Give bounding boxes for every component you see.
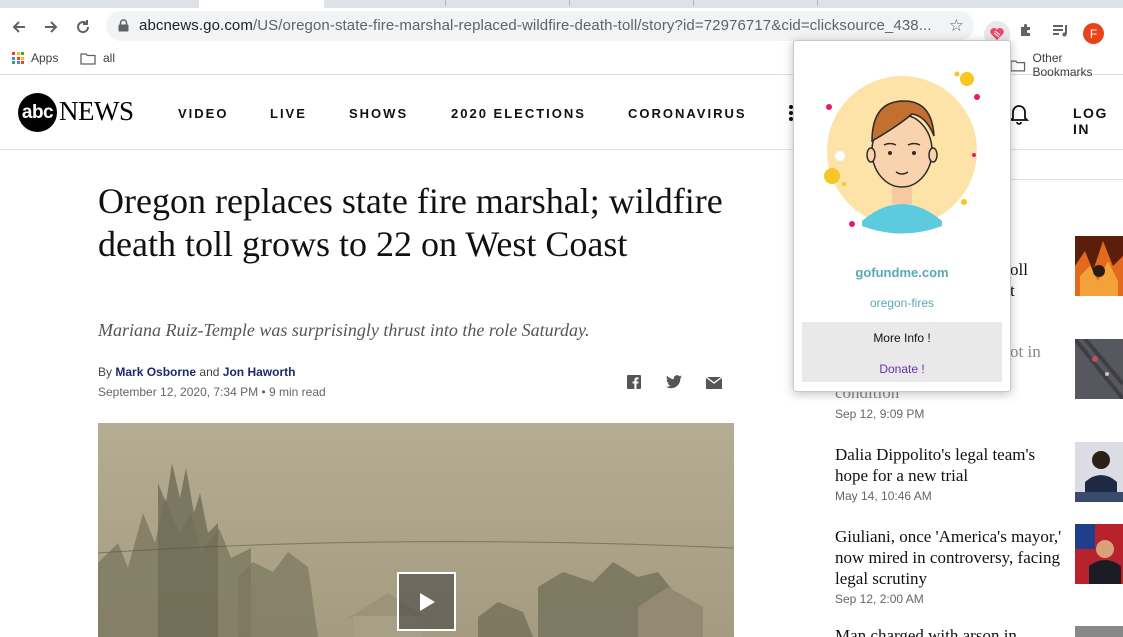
back-icon[interactable] [8,16,30,38]
sidebar-item-title[interactable]: Dalia Dippolito's legal team's hope for … [835,444,1065,486]
sidebar-item-title[interactable]: ot in [1010,341,1070,362]
sidebar-item-date: Sep 12, 9:09 PM [835,407,925,421]
sidebar-thumbnail[interactable] [1075,524,1123,584]
more-info-button[interactable]: More Info ! [802,331,1002,345]
bookmark-folder-label: all [103,51,116,65]
bookmark-apps-label: Apps [31,51,59,65]
byline-and: and [199,365,220,379]
sidebar-thumbnail[interactable] [1075,626,1123,637]
tab-active[interactable] [199,0,324,8]
sidebar-thumbnail[interactable] [1075,442,1123,502]
folder-icon [1010,60,1026,71]
sidebar-item-title[interactable]: t [1010,280,1070,301]
apps-grid-icon [12,52,24,64]
profile-avatar[interactable]: F [1083,23,1104,44]
sidebar-item-title[interactable]: Man charged with arson in [835,625,1065,637]
nav-video[interactable]: VIDEO [178,106,228,121]
article-subhead: Mariana Ruiz-Temple was surprisingly thr… [98,320,590,340]
play-button[interactable] [397,572,456,631]
popup-site-name: gofundme.com [855,265,949,280]
address-bar[interactable]: abcnews.go.com/US/oregon-state-fire-mars… [106,11,974,41]
sidebar-item-date: Sep 12, 2:00 AM [835,592,924,606]
tab-strip [0,0,1123,8]
nav-live[interactable]: LIVE [270,106,307,121]
byline: By Mark Osborne and Jon Haworth [98,365,295,379]
bookmark-folder-all[interactable]: all [80,51,115,65]
play-icon [419,592,435,611]
sidebar-item-title[interactable]: Giuliani, once 'America's mayor,' now mi… [835,526,1065,589]
tab-separator [817,0,818,6]
news-logo-text[interactable]: NEWS [59,96,134,127]
tab-separator [569,0,570,6]
article-date: September 12, 2020, 7:34 PM [98,385,259,399]
email-icon[interactable] [706,377,722,389]
avatar-illustration [824,71,980,234]
author-link[interactable]: Jon Haworth [223,365,296,379]
url-text: abcnews.go.com/US/oregon-state-fire-mars… [139,17,932,34]
sidebar-item-title[interactable]: oll [1010,259,1070,280]
sidebar-divider [1010,179,1123,180]
nav-coronavirus[interactable]: CORONAVIRUS [628,106,747,121]
tab-separator [693,0,694,6]
popup-actions: More Info ! Donate ! [802,322,1002,382]
article-headline: Oregon replaces state fire marshal; wild… [98,181,723,264]
bookmark-apps[interactable]: Apps [12,51,58,65]
by-prefix: By [98,365,113,379]
gofundme-popup: gofundme.com oregon-fires More Info ! Do… [793,40,1011,392]
donate-button[interactable]: Donate ! [802,362,1002,376]
bookmark-other[interactable]: Other Bookmarks [1010,51,1123,79]
login-link[interactable]: LOG IN [1073,105,1123,137]
author-link[interactable]: Mark Osborne [115,365,196,379]
bell-icon[interactable] [1009,103,1029,125]
article-dateline: September 12, 2020, 7:34 PM • 9 min read [98,385,326,399]
facebook-icon[interactable] [627,375,641,389]
nav-2020-elections[interactable]: 2020 ELECTIONS [451,106,586,121]
bookmark-star-icon[interactable]: ☆ [949,16,964,36]
read-time: • 9 min read [261,385,326,399]
tab-separator [445,0,446,6]
twitter-icon[interactable] [666,375,682,389]
lock-icon [118,19,129,32]
extensions-puzzle-icon[interactable] [1018,23,1034,44]
sidebar-thumbnail[interactable] [1075,339,1123,399]
forward-icon[interactable] [40,16,62,38]
popup-campaign-slug: oregon-fires [869,296,935,310]
reload-icon[interactable] [72,16,94,38]
media-control-icon[interactable] [1052,24,1070,43]
nav-shows[interactable]: SHOWS [349,106,408,121]
sidebar-thumbnail[interactable] [1075,236,1123,296]
bookmark-other-label: Other Bookmarks [1032,51,1093,79]
abc-logo[interactable]: abc [18,93,57,132]
sidebar-item-date: May 14, 10:46 AM [835,489,932,503]
folder-icon [80,52,96,65]
